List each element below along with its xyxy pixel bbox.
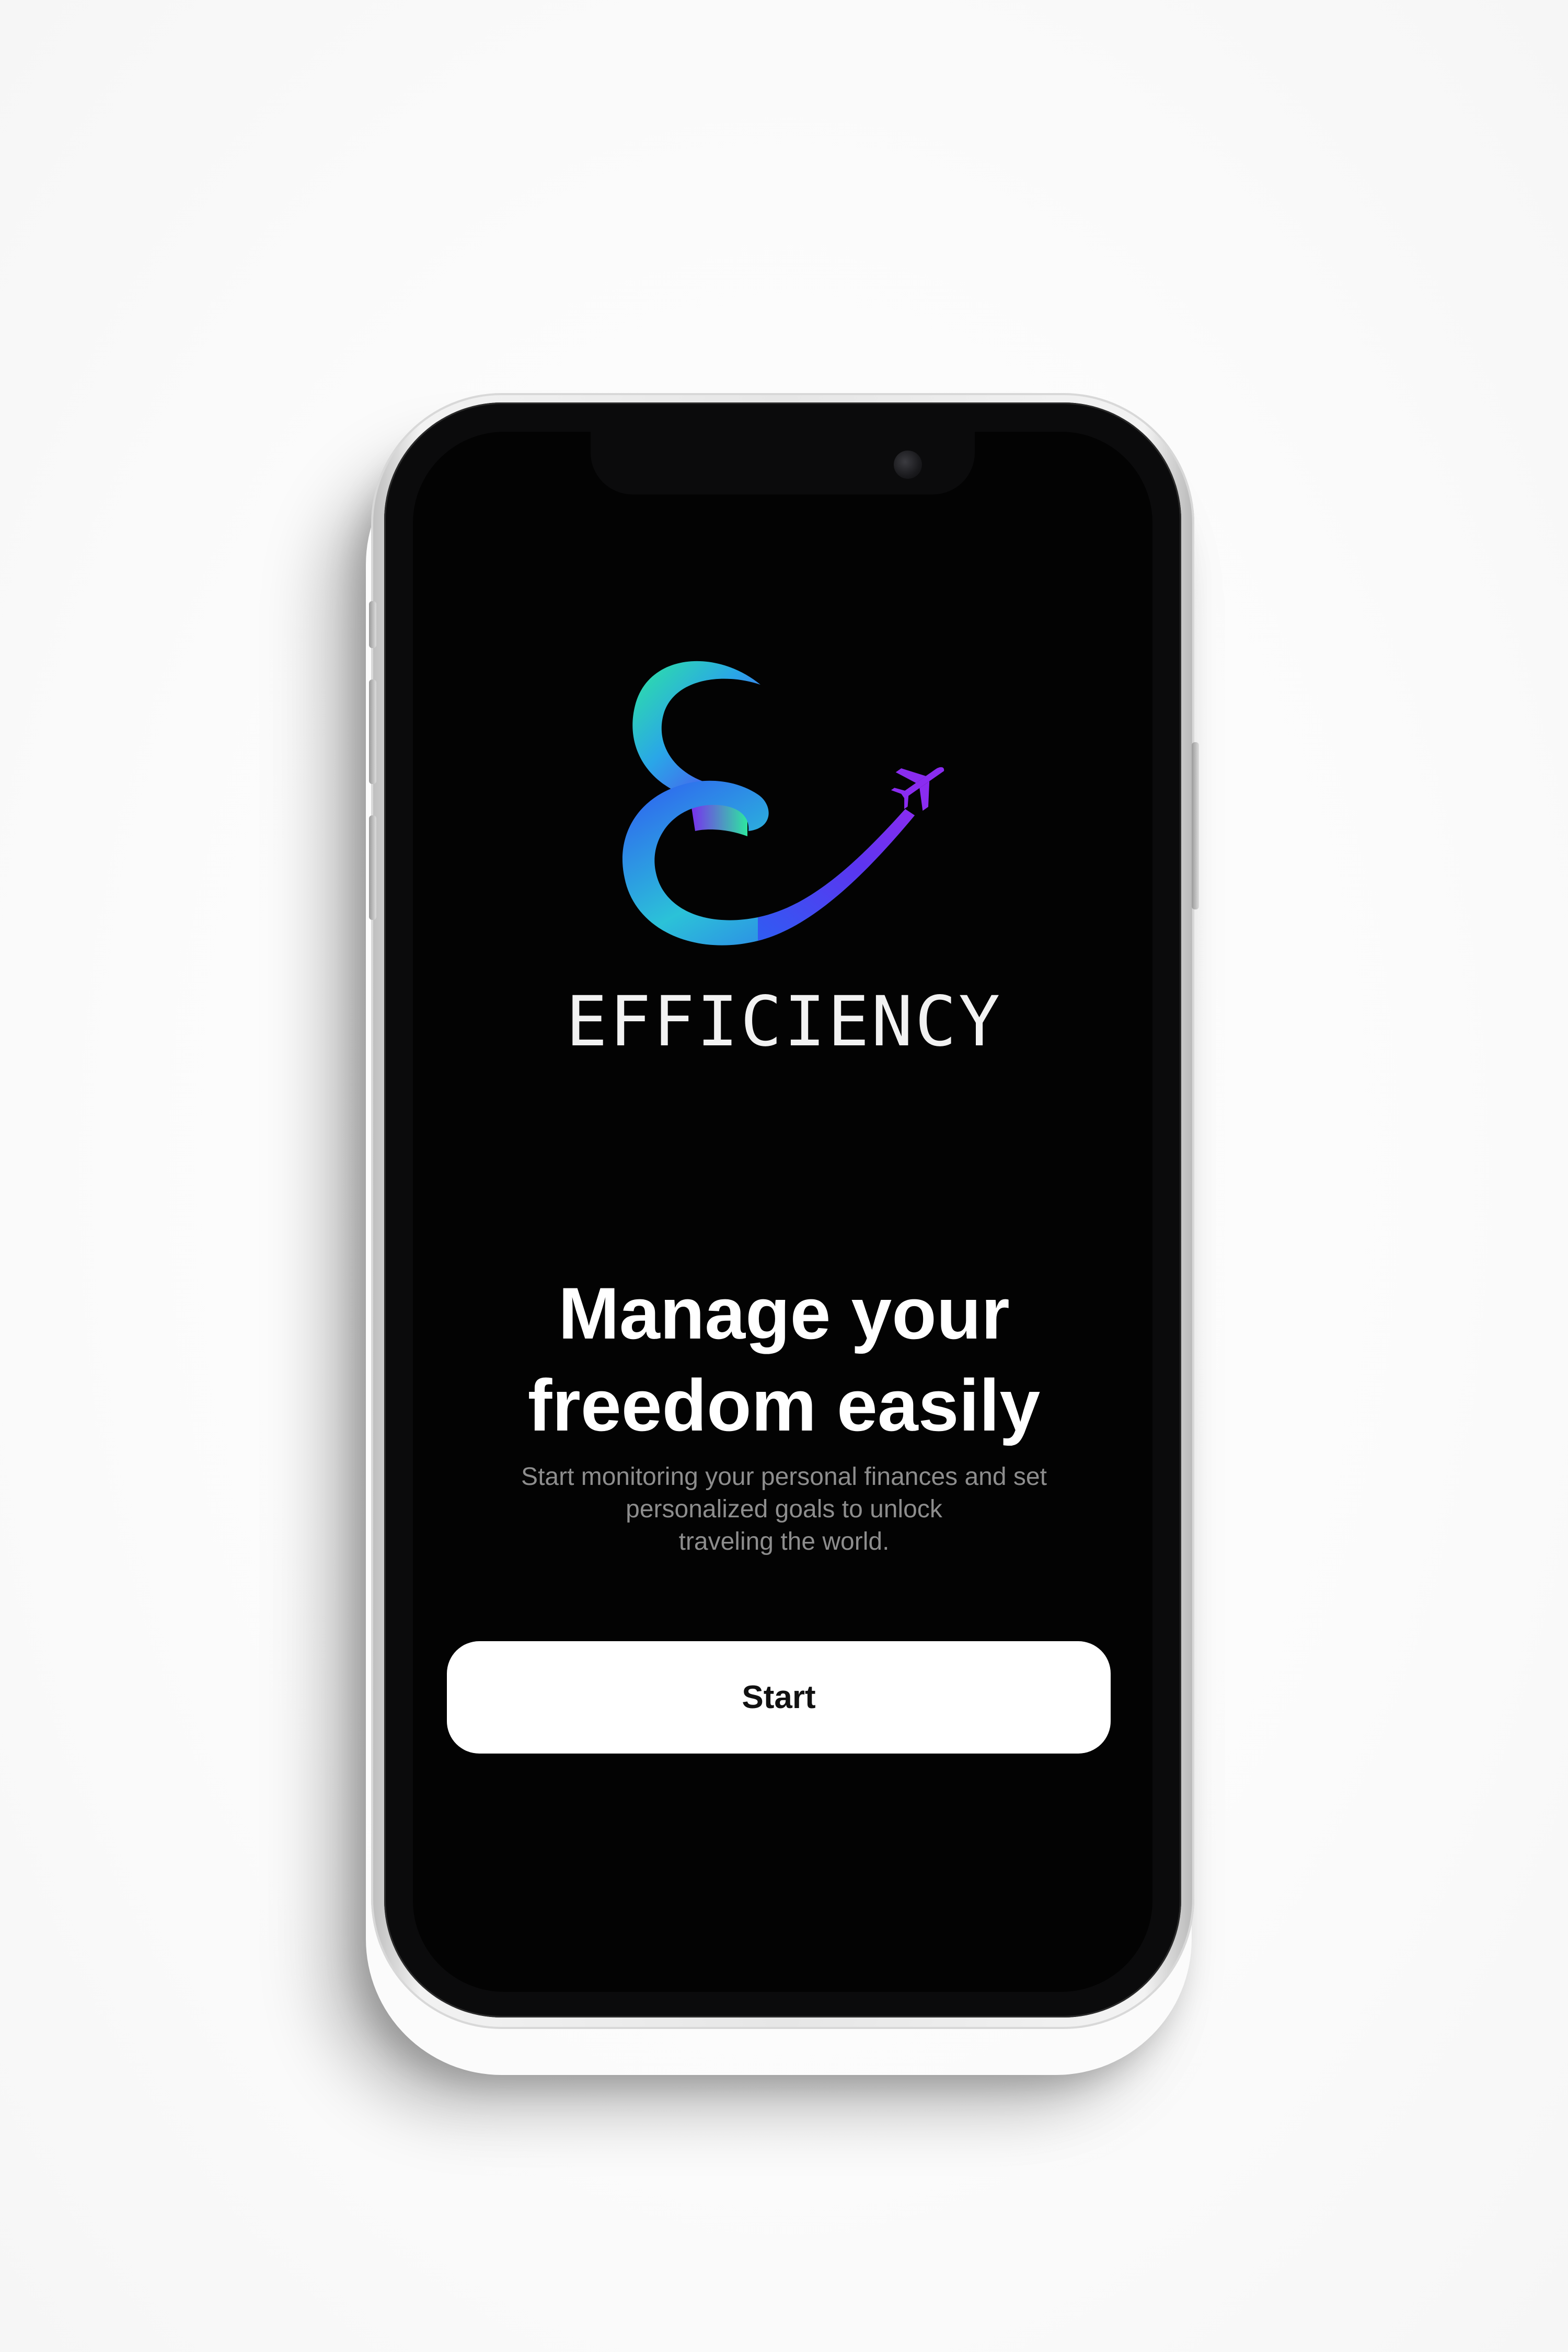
volume-up-button [369,679,376,784]
start-button[interactable]: Start [447,1641,1111,1754]
headline-line: Manage your [558,1272,1010,1354]
brand-name: EFFICIENCY [566,982,1002,1062]
description-line: Start monitoring your personal finances … [521,1463,1047,1491]
headline-line: freedom easily [527,1364,1041,1446]
description-line: personalized goals to unlock [626,1495,942,1523]
volume-down-button [369,815,376,920]
onboarding-headline: Manage your freedom easily [470,1267,1098,1451]
front-camera-icon [894,451,922,479]
e-airplane-logo-icon [585,648,962,983]
power-button [1192,742,1199,909]
description-line: traveling the world. [678,1528,890,1555]
mockup-stage: EFFICIENCY Manage your freedom easily St… [0,0,1568,2352]
onboarding-description: Start monitoring your personal finances … [470,1461,1098,1558]
mute-switch [369,601,376,648]
